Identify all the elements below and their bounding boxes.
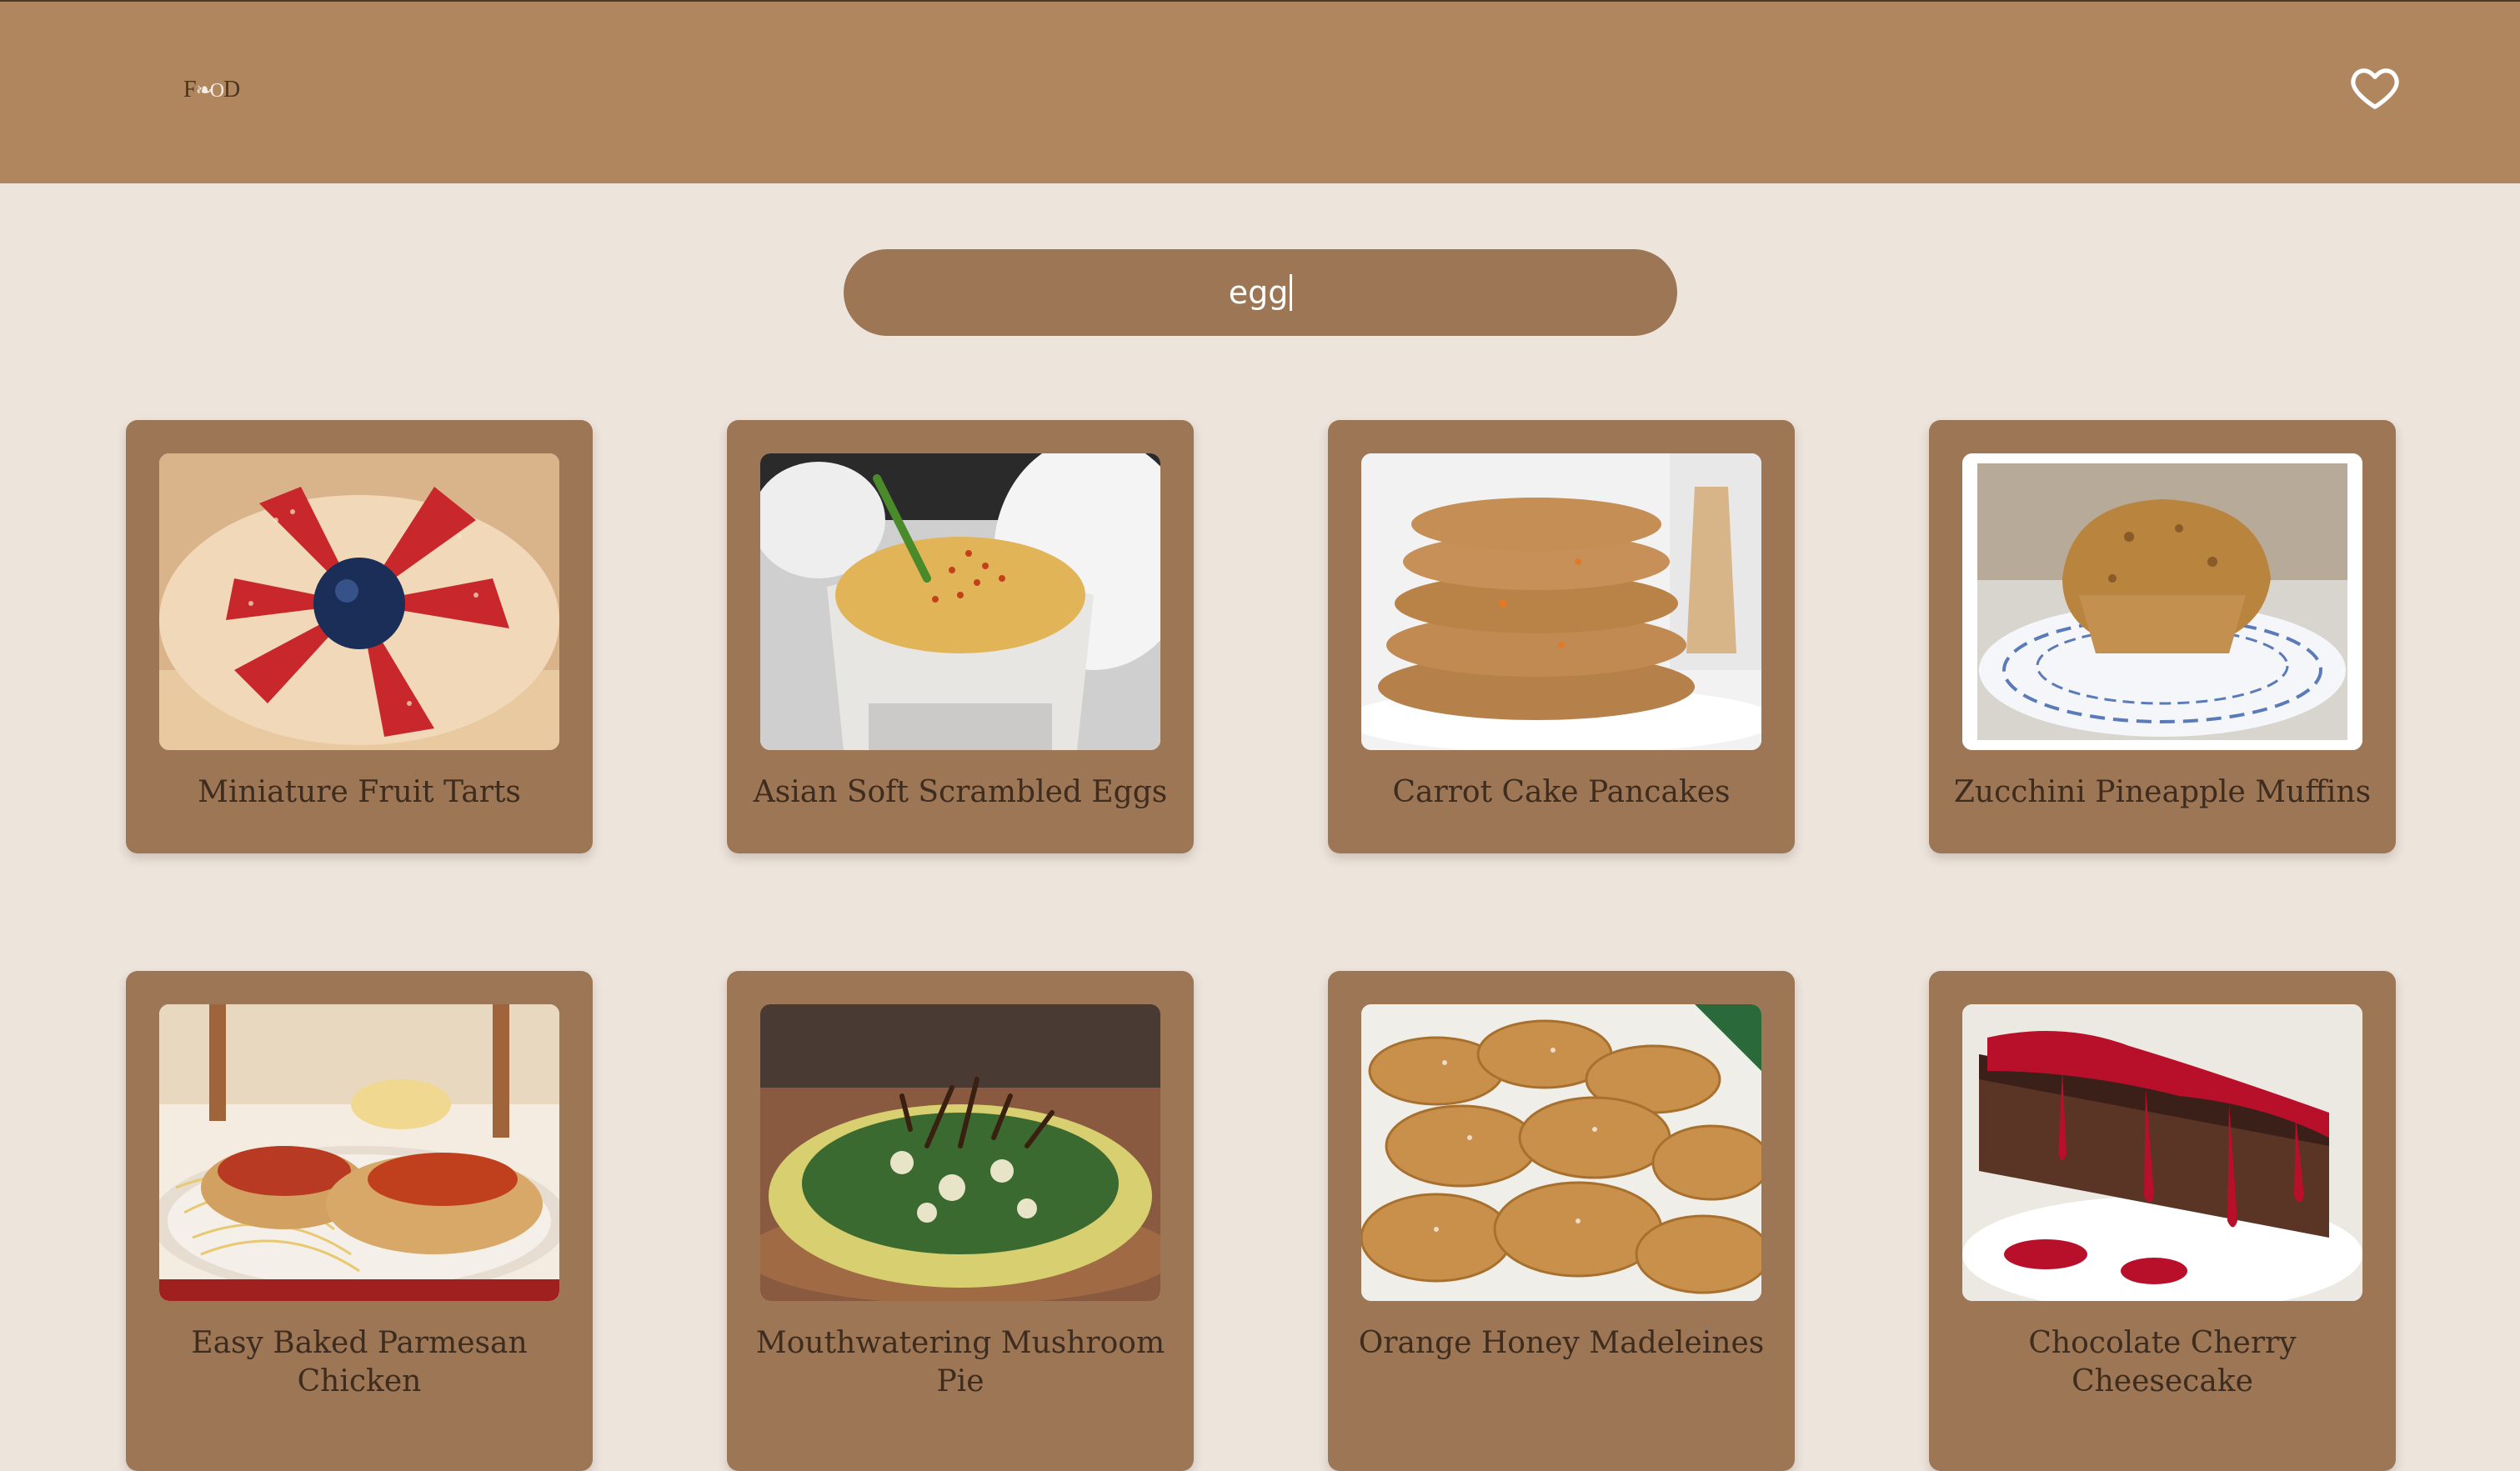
recipe-card[interactable]: Miniature Fruit Tarts xyxy=(126,420,593,853)
scrambled-eggs-photo xyxy=(760,453,1160,750)
parmesan-chicken-photo xyxy=(159,1004,559,1301)
recipe-card[interactable]: Orange Honey Madeleines xyxy=(1328,971,1795,1471)
logo[interactable]: F❧OD xyxy=(183,77,241,103)
search-input[interactable] xyxy=(844,249,1677,336)
recipe-card[interactable]: Asian Soft Scrambled Eggs xyxy=(727,420,1194,853)
recipe-title: Easy Baked Parmesan Chicken xyxy=(191,1326,528,1398)
recipe-title: Carrot Cake Pancakes xyxy=(1392,775,1731,809)
recipe-card[interactable]: Zucchini Pineapple Muffins xyxy=(1929,420,2396,853)
muffin-photo xyxy=(1962,453,2362,750)
pancakes-photo xyxy=(1361,453,1761,750)
recipe-title: Zucchini Pineapple Muffins xyxy=(1953,775,2372,809)
recipe-card[interactable]: Chocolate Cherry Cheesecake xyxy=(1929,971,2396,1471)
recipe-card[interactable]: Mouthwatering Mushroom Pie xyxy=(727,971,1194,1471)
heart-outline-icon xyxy=(2351,68,2399,109)
logo-text-right: D xyxy=(223,77,242,103)
madeleines-photo xyxy=(1361,1004,1761,1301)
top-bar: F❧OD xyxy=(0,0,2520,183)
search-bar[interactable]: egg xyxy=(844,249,1677,336)
recipe-card[interactable]: Carrot Cake Pancakes xyxy=(1328,420,1795,853)
recipe-title: Chocolate Cherry Cheesecake xyxy=(2028,1326,2297,1398)
recipe-title: Mouthwatering Mushroom Pie xyxy=(755,1326,1165,1398)
recipe-title: Asian Soft Scrambled Eggs xyxy=(753,775,1168,809)
fruit-tart-photo xyxy=(159,453,559,750)
cheesecake-photo xyxy=(1962,1004,2362,1301)
recipe-title: Orange Honey Madeleines xyxy=(1358,1326,1765,1360)
mushroom-pie-photo xyxy=(760,1004,1160,1301)
recipe-title: Miniature Fruit Tarts xyxy=(198,775,521,809)
favorites-button[interactable] xyxy=(2349,62,2401,113)
recipe-card[interactable]: Easy Baked Parmesan Chicken xyxy=(126,971,593,1471)
